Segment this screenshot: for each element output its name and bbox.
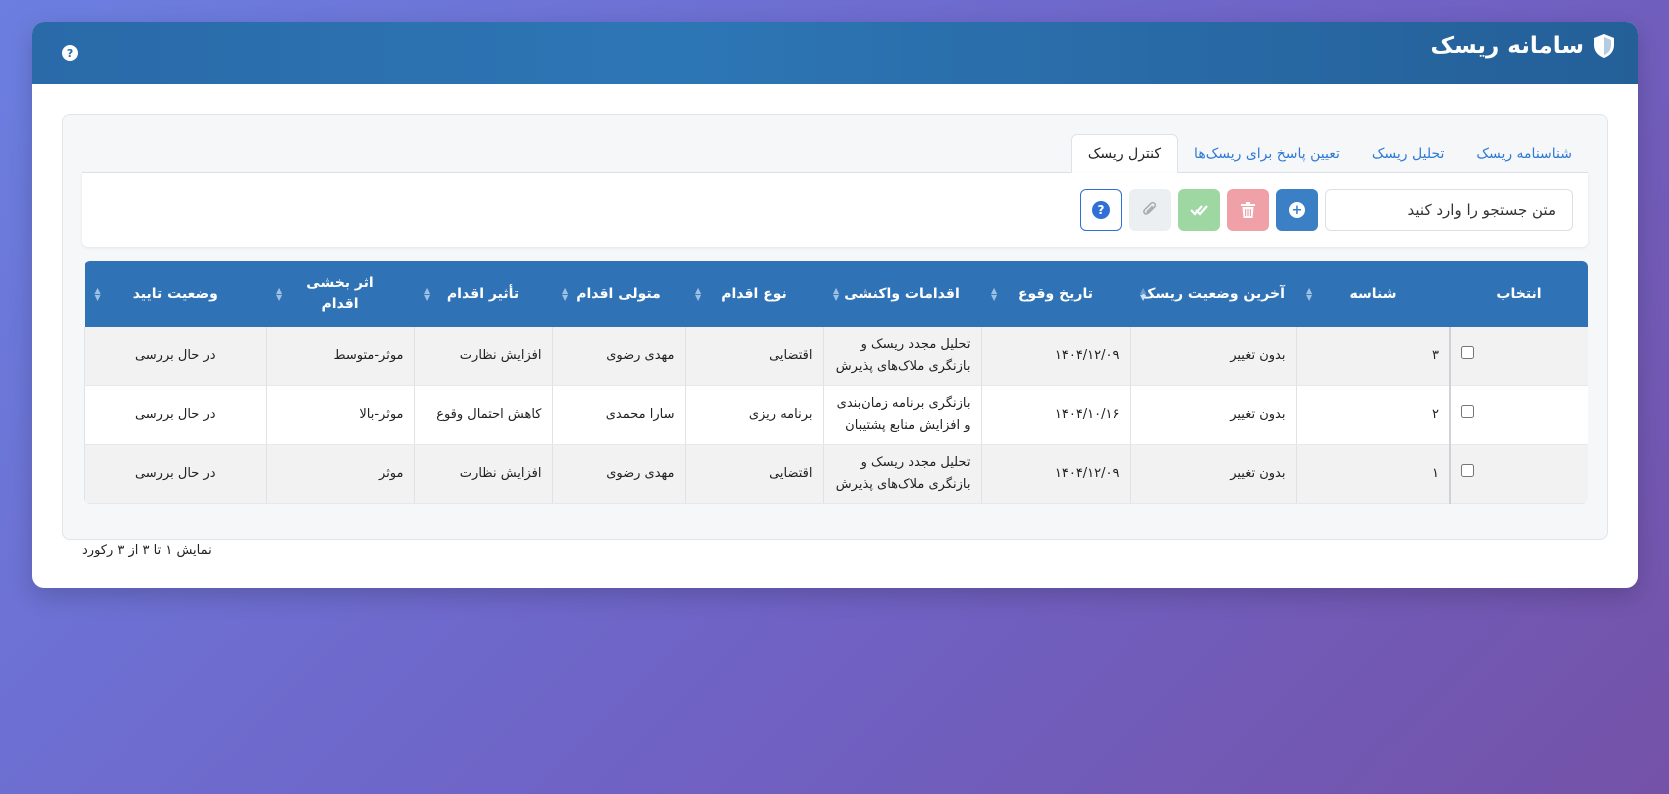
tab-bar: شناسنامه ریسک تحلیل ریسک تعیین پاسخ برای… — [82, 134, 1588, 173]
sort-icon: ▲ ▼ — [1306, 286, 1313, 302]
col-type[interactable]: نوع اقدام ▲ ▼ — [685, 261, 823, 327]
sort-icon: ▲ ▼ — [94, 286, 101, 302]
tab-risk-analysis[interactable]: تحلیل ریسک — [1356, 136, 1461, 172]
paperclip-icon — [1143, 201, 1157, 215]
search-input[interactable] — [1325, 189, 1573, 231]
toolbar: + — [82, 173, 1588, 247]
cell-owner: مهدی رضوی — [551, 327, 685, 386]
row-checkbox[interactable] — [1461, 346, 1474, 359]
cell-impact: افزایش نظارت — [413, 327, 552, 386]
row-checkbox[interactable] — [1461, 464, 1474, 477]
sort-icon: ▲ ▼ — [833, 286, 840, 302]
sort-icon: ▲ ▼ — [991, 286, 998, 302]
attach-button[interactable] — [1129, 189, 1171, 231]
help-button[interactable]: ? — [1080, 189, 1122, 231]
cell-approval: در حال بررسی — [84, 327, 266, 386]
sort-icon: ▲ ▼ — [276, 286, 283, 302]
tab-risk-control[interactable]: کنترل ریسک — [1070, 134, 1179, 173]
col-effectiveness[interactable]: اثر بخشی اقدام ▲ ▼ — [266, 261, 414, 327]
sort-icon: ▲ ▼ — [562, 286, 569, 302]
content-panel: شناسنامه ریسک تحلیل ریسک تعیین پاسخ برای… — [62, 114, 1608, 558]
cell-date: ۱۴۰۴/۱۲/۰۹ — [980, 327, 1130, 386]
sort-icon: ▲ ▼ — [424, 286, 431, 302]
row-select-cell — [1449, 385, 1588, 445]
cell-impact: کاهش احتمال وقوع — [413, 385, 552, 445]
app-title: سامانه ریسک — [1430, 33, 1584, 59]
cell-actions: تحلیل مجدد ریسک و بازنگری ملاک‌های پذیرش — [822, 444, 981, 504]
col-impact[interactable]: تأثیر اقدام ▲ ▼ — [414, 261, 552, 327]
col-id[interactable]: شناسه ▲ ▼ — [1296, 261, 1450, 327]
cell-type: برنامه ریزی — [684, 385, 823, 445]
table-row[interactable]: ۳ بدون تغییر ۱۴۰۴/۱۲/۰۹ تحلیل مجدد ریسک … — [84, 327, 1588, 386]
col-actions[interactable]: اقدامات واکنشی ▲ ▼ — [823, 261, 981, 327]
cell-impact: افزایش نظارت — [413, 444, 552, 504]
cell-date: ۱۴۰۴/۱۲/۰۹ — [980, 444, 1130, 504]
cell-type: اقتضایی — [684, 327, 823, 386]
cell-actions: تحلیل مجدد ریسک و بازنگری ملاک‌های پذیرش — [822, 327, 981, 386]
cell-date: ۱۴۰۴/۱۰/۱۶ — [980, 385, 1130, 445]
trash-icon — [1241, 202, 1255, 218]
col-last-status[interactable]: آخرین وضعیت ریسک ▲ ▼ — [1130, 261, 1296, 327]
table-row[interactable]: ۱ بدون تغییر ۱۴۰۴/۱۲/۰۹ تحلیل مجدد ریسک … — [84, 444, 1588, 504]
app-window: سامانه ریسک ? شناسنامه ریسک تحلیل ریسک ت… — [32, 22, 1638, 588]
question-icon[interactable]: ? — [62, 45, 78, 61]
cell-approval: در حال بررسی — [84, 385, 266, 445]
cell-effectiveness: موثر-متوسط — [265, 327, 414, 386]
cell-status: بدون تغییر — [1129, 444, 1296, 504]
cell-status: بدون تغییر — [1129, 385, 1296, 445]
double-check-icon — [1190, 205, 1208, 216]
question-circle-icon: ? — [1092, 201, 1110, 219]
tab-risk-profile[interactable]: شناسنامه ریسک — [1460, 136, 1588, 172]
table-info: نمایش ۱ تا ۳ از ۳ رکورد — [82, 543, 212, 558]
tab-risk-response[interactable]: تعیین پاسخ برای ریسک‌ها — [1178, 136, 1356, 172]
col-approval[interactable]: وضعیت تایید ▲ ▼ — [84, 261, 266, 327]
cell-actions: بازنگری برنامه زمان‌بندی و افزایش منابع … — [822, 385, 981, 445]
table-header-row: انتخاب شناسه ▲ ▼ آخرین وضعیت ریسک ▲ ▼ تاریخ … — [84, 261, 1588, 327]
cell-id: ۱ — [1295, 444, 1450, 504]
delete-button[interactable] — [1227, 189, 1269, 231]
risk-control-table: انتخاب شناسه ▲ ▼ آخرین وضعیت ریسک ▲ ▼ تاریخ … — [84, 261, 1588, 504]
table-row[interactable]: ۲ بدون تغییر ۱۴۰۴/۱۰/۱۶ بازنگری برنامه ز… — [84, 385, 1588, 445]
col-select: انتخاب — [1450, 261, 1588, 327]
shield-icon — [1594, 34, 1614, 58]
cell-effectiveness: موثر-بالا — [265, 385, 414, 445]
sort-icon: ▲ ▼ — [695, 286, 702, 302]
cell-effectiveness: موثر — [265, 444, 414, 504]
row-select-cell — [1449, 444, 1588, 504]
col-date[interactable]: تاریخ وقوع ▲ ▼ — [981, 261, 1130, 327]
cell-id: ۲ — [1295, 385, 1450, 445]
row-select-cell — [1449, 327, 1588, 386]
app-header: سامانه ریسک ? — [32, 22, 1638, 84]
row-checkbox[interactable] — [1461, 405, 1474, 418]
approve-button[interactable] — [1178, 189, 1220, 231]
plus-icon: + — [1289, 202, 1305, 218]
cell-owner: سارا محمدی — [551, 385, 685, 445]
cell-approval: در حال بررسی — [84, 444, 266, 504]
col-owner[interactable]: متولی اقدام ▲ ▼ — [552, 261, 685, 327]
cell-type: اقتضایی — [684, 444, 823, 504]
cell-owner: مهدی رضوی — [551, 444, 685, 504]
app-title-group: سامانه ریسک — [1430, 33, 1616, 59]
cell-id: ۳ — [1295, 327, 1450, 386]
sort-desc-icon: ▲ ▼ — [1140, 286, 1147, 302]
add-button[interactable]: + — [1276, 189, 1318, 231]
cell-status: بدون تغییر — [1129, 327, 1296, 386]
